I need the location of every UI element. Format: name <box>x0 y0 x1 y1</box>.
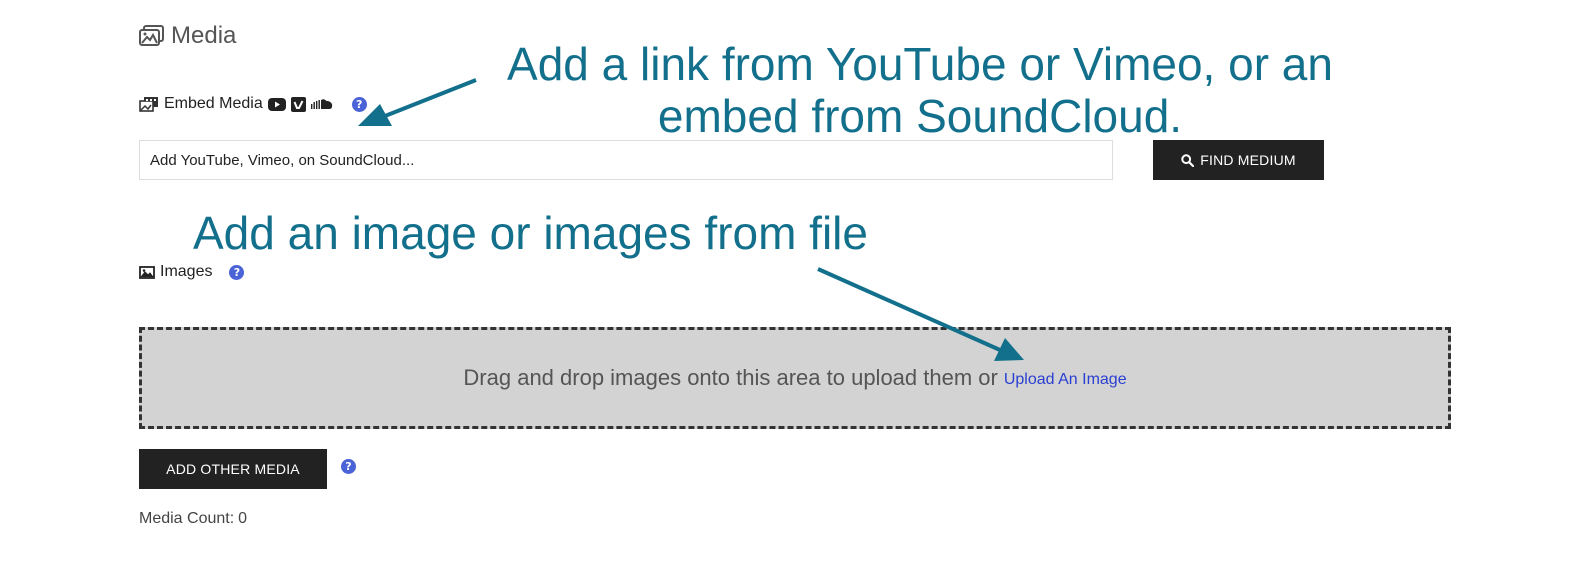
find-medium-button[interactable]: FIND MEDIUM <box>1153 140 1324 180</box>
media-count-label: Media Count: <box>139 510 235 527</box>
add-other-media-button[interactable]: ADD OTHER MEDIA <box>139 449 327 489</box>
soundcloud-icon <box>310 98 333 110</box>
images-annotation: Add an image or images from file <box>193 207 868 259</box>
image-icon <box>139 265 155 279</box>
media-count-value: 0 <box>238 510 248 527</box>
youtube-icon <box>267 97 286 111</box>
images-icon <box>139 25 165 47</box>
add-other-media-label: ADD OTHER MEDIA <box>166 461 300 477</box>
embed-url-input[interactable] <box>139 140 1113 180</box>
image-dropzone[interactable]: Drag and drop images onto this area to u… <box>139 327 1451 429</box>
images-help-icon[interactable]: ? <box>229 264 245 280</box>
embed-annotation: Add a link from YouTube or Vimeo, or an … <box>470 38 1370 142</box>
section-title-text: Media <box>171 22 237 49</box>
photo-video-icon <box>139 96 159 112</box>
other-media-help-icon[interactable]: ? <box>341 459 356 474</box>
embed-help-icon[interactable]: ? <box>351 96 367 112</box>
dropzone-text: Drag and drop images onto this area to u… <box>463 365 998 390</box>
embed-arrow <box>358 78 477 126</box>
embed-media-label-text: Embed Media <box>164 95 263 112</box>
images-label: Images ? <box>139 261 245 283</box>
embed-media-label: Embed Media ? <box>139 93 367 115</box>
images-label-text: Images <box>160 263 213 280</box>
media-section-title: Media <box>139 20 236 52</box>
media-count: Media Count: 0 <box>139 510 247 528</box>
search-icon <box>1181 153 1195 167</box>
find-medium-label: FIND MEDIUM <box>1200 152 1296 168</box>
embed-annotation-line1: Add a link from YouTube or Vimeo, or an <box>507 38 1333 90</box>
upload-image-link[interactable]: Upload An Image <box>1004 371 1127 389</box>
embed-annotation-line2: embed from SoundCloud. <box>657 90 1183 142</box>
vimeo-icon <box>290 96 306 112</box>
